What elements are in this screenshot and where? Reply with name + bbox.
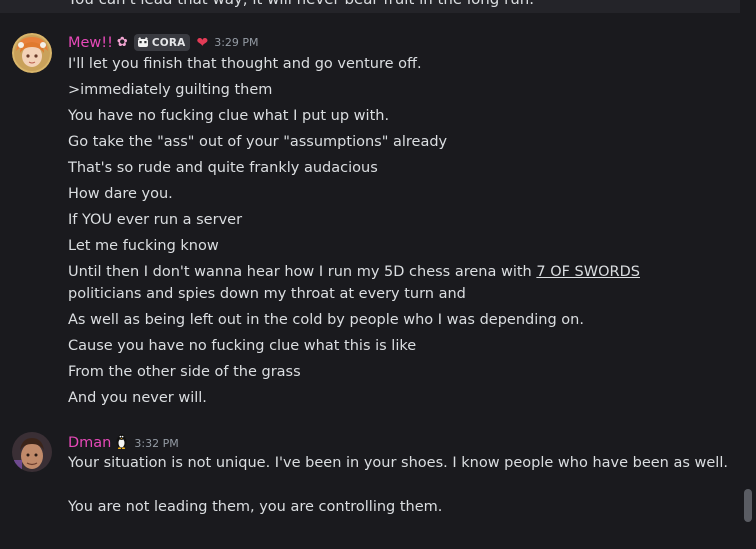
- username[interactable]: Mew!!: [68, 35, 113, 51]
- message-line-multiline: Until then I don't wanna hear how I run …: [68, 261, 708, 305]
- clan-tag[interactable]: CORA: [133, 34, 191, 51]
- avatar[interactable]: [12, 33, 52, 73]
- flower-icon: ✿: [116, 35, 128, 50]
- message-header: Mew!! ✿ CORA ❤ 3:29 PM: [68, 34, 259, 51]
- message-text: politicians and spies down my throat at …: [68, 286, 466, 302]
- message-line: How dare you.: [68, 186, 173, 202]
- previous-message-text: You can't lead that way, it will never b…: [68, 0, 534, 8]
- message-line: I'll let you finish that thought and go …: [68, 56, 422, 72]
- avatar[interactable]: [12, 432, 52, 472]
- scrollbar-thumb[interactable]: [744, 489, 752, 522]
- username[interactable]: Dman: [68, 435, 111, 451]
- message-line: As well as being left out in the cold by…: [68, 312, 584, 328]
- message-line: Your situation is not unique. I've been …: [68, 455, 728, 471]
- clan-tag-icon: [137, 36, 149, 49]
- message-line: You have no fucking clue what I put up w…: [68, 108, 390, 124]
- clan-tag-label: CORA: [151, 36, 186, 49]
- message-line: You are not leading them, you are contro…: [68, 499, 443, 515]
- message-text: Until then I don't wanna hear how I run …: [68, 264, 537, 280]
- message-line: Go take the "ass" out of your "assumptio…: [68, 134, 448, 150]
- message-line: >immediately guilting them: [68, 82, 273, 98]
- channel-link[interactable]: 7 OF SWORDS: [536, 264, 640, 280]
- heart-icon: ❤: [196, 34, 209, 51]
- penguin-icon: [115, 433, 128, 453]
- previous-message: You can't lead that way, it will never b…: [0, 0, 740, 13]
- message-line: That's so rude and quite frankly audacio…: [68, 160, 378, 176]
- message-header: Dman 3:32 PM: [68, 433, 179, 453]
- message-line: If YOU ever run a server: [68, 212, 243, 228]
- timestamp[interactable]: 3:29 PM: [214, 36, 258, 49]
- message-line: Let me fucking know: [68, 238, 219, 254]
- message-line: From the other side of the grass: [68, 364, 301, 380]
- message-line: Cause you have no fucking clue what this…: [68, 338, 417, 354]
- message-line: And you never will.: [68, 390, 207, 406]
- timestamp[interactable]: 3:32 PM: [134, 437, 178, 450]
